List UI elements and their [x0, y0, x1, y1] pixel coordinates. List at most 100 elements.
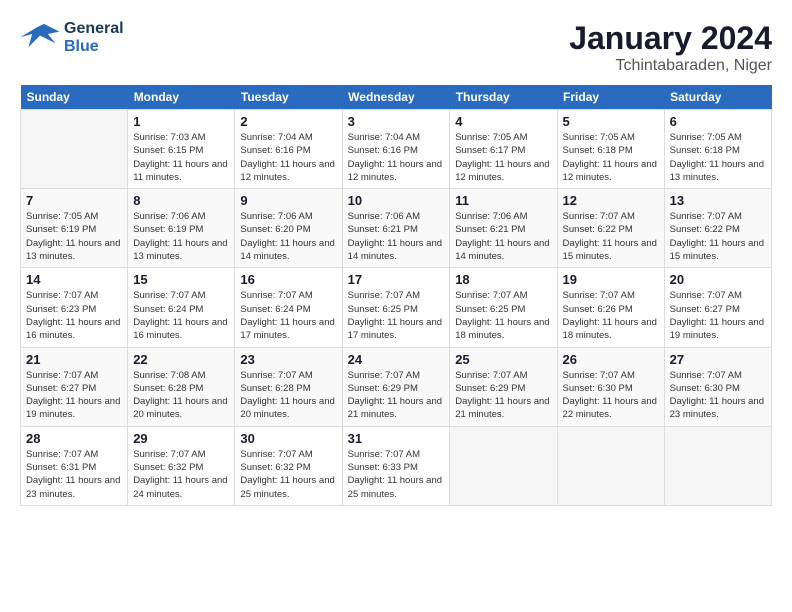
- day-number: 28: [26, 431, 122, 446]
- calendar-cell: 6Sunrise: 7:05 AMSunset: 6:18 PMDaylight…: [664, 110, 771, 189]
- day-number: 8: [133, 193, 229, 208]
- calendar-cell: 8 Sunrise: 7:06 AMSunset: 6:19 PMDaylight…: [128, 189, 235, 268]
- day-number: 12: [563, 193, 659, 208]
- calendar-cell: 28Sunrise: 7:07 AMSunset: 6:31 PMDayligh…: [21, 426, 128, 505]
- calendar-cell: 25 Sunrise: 7:07 AMSunset: 6:29 PMDayligh…: [450, 347, 557, 426]
- day-info: Sunrise: 7:08 AMSunset: 6:28 PMDaylight:…: [133, 369, 229, 422]
- page-container: General Blue January 2024 Tchintabaraden…: [0, 0, 792, 516]
- day-number: 22: [133, 352, 229, 367]
- calendar-cell: 2 Sunrise: 7:04 AMSunset: 6:16 PMDaylight…: [235, 110, 342, 189]
- calendar-cell: 20 Sunrise: 7:07 AMSunset: 6:27 PMDayligh…: [664, 268, 771, 347]
- day-number: 19: [563, 272, 659, 287]
- col-monday: Monday: [128, 85, 235, 110]
- page-subtitle: Tchintabaraden, Niger: [569, 57, 772, 75]
- day-number: 20: [670, 272, 766, 287]
- day-number: 1: [133, 114, 229, 129]
- calendar-cell: 11Sunrise: 7:06 AMSunset: 6:21 PMDayligh…: [450, 189, 557, 268]
- col-sunday: Sunday: [21, 85, 128, 110]
- calendar-table: Sunday Monday Tuesday Wednesday Thursday…: [20, 85, 772, 506]
- day-info: Sunrise: 7:06 AMSunset: 6:21 PMDaylight:…: [348, 210, 445, 263]
- calendar-cell: 3Sunrise: 7:04 AMSunset: 6:16 PMDaylight…: [342, 110, 450, 189]
- header: General Blue January 2024 Tchintabaraden…: [20, 20, 772, 75]
- logo-general: General: [64, 20, 124, 38]
- day-info: Sunrise: 7:07 AMSunset: 6:33 PMDaylight:…: [348, 448, 445, 501]
- calendar-cell: 9 Sunrise: 7:06 AMSunset: 6:20 PMDaylight…: [235, 189, 342, 268]
- day-info: Sunrise: 7:07 AMSunset: 6:23 PMDaylight:…: [26, 289, 122, 342]
- day-number: 9: [240, 193, 336, 208]
- calendar-body: 1 Sunrise: 7:03 AMSunset: 6:15 PMDaylight…: [21, 110, 772, 506]
- calendar-cell: 15Sunrise: 7:07 AMSunset: 6:24 PMDayligh…: [128, 268, 235, 347]
- day-info: Sunrise: 7:07 AMSunset: 6:29 PMDaylight:…: [348, 369, 445, 422]
- day-number: 21: [26, 352, 122, 367]
- calendar-cell: 29Sunrise: 7:07 AMSunset: 6:32 PMDayligh…: [128, 426, 235, 505]
- day-number: 14: [26, 272, 122, 287]
- day-info: Sunrise: 7:07 AMSunset: 6:27 PMDaylight:…: [26, 369, 122, 422]
- day-number: 7: [26, 193, 122, 208]
- title-block: January 2024 Tchintabaraden, Niger: [569, 20, 772, 75]
- col-wednesday: Wednesday: [342, 85, 450, 110]
- calendar-cell: 17Sunrise: 7:07 AMSunset: 6:25 PMDayligh…: [342, 268, 450, 347]
- logo-icon: [20, 20, 60, 55]
- day-number: 24: [348, 352, 445, 367]
- day-info: Sunrise: 7:06 AMSunset: 6:19 PMDaylight:…: [133, 210, 229, 263]
- day-info: Sunrise: 7:07 AMSunset: 6:22 PMDaylight:…: [670, 210, 766, 263]
- day-info: Sunrise: 7:04 AMSunset: 6:16 PMDaylight:…: [240, 131, 336, 184]
- calendar-cell: 27Sunrise: 7:07 AMSunset: 6:30 PMDayligh…: [664, 347, 771, 426]
- calendar-cell: 24 Sunrise: 7:07 AMSunset: 6:29 PMDayligh…: [342, 347, 450, 426]
- day-info: Sunrise: 7:06 AMSunset: 6:20 PMDaylight:…: [240, 210, 336, 263]
- calendar-cell: 18Sunrise: 7:07 AMSunset: 6:25 PMDayligh…: [450, 268, 557, 347]
- day-number: 25: [455, 352, 551, 367]
- day-number: 4: [455, 114, 551, 129]
- calendar-cell: 19 Sunrise: 7:07 AMSunset: 6:26 PMDayligh…: [557, 268, 664, 347]
- day-info: Sunrise: 7:07 AMSunset: 6:26 PMDaylight:…: [563, 289, 659, 342]
- calendar-cell: [664, 426, 771, 505]
- calendar-week-1: 7 Sunrise: 7:05 AMSunset: 6:19 PMDaylight…: [21, 189, 772, 268]
- calendar-cell: [21, 110, 128, 189]
- calendar-cell: 31Sunrise: 7:07 AMSunset: 6:33 PMDayligh…: [342, 426, 450, 505]
- day-info: Sunrise: 7:06 AMSunset: 6:21 PMDaylight:…: [455, 210, 551, 263]
- day-number: 29: [133, 431, 229, 446]
- col-saturday: Saturday: [664, 85, 771, 110]
- day-number: 10: [348, 193, 445, 208]
- day-info: Sunrise: 7:05 AMSunset: 6:18 PMDaylight:…: [670, 131, 766, 184]
- day-info: Sunrise: 7:07 AMSunset: 6:29 PMDaylight:…: [455, 369, 551, 422]
- day-number: 3: [348, 114, 445, 129]
- calendar-cell: 23Sunrise: 7:07 AMSunset: 6:28 PMDayligh…: [235, 347, 342, 426]
- day-number: 23: [240, 352, 336, 367]
- day-info: Sunrise: 7:03 AMSunset: 6:15 PMDaylight:…: [133, 131, 229, 184]
- calendar-week-4: 28Sunrise: 7:07 AMSunset: 6:31 PMDayligh…: [21, 426, 772, 505]
- day-number: 13: [670, 193, 766, 208]
- day-info: Sunrise: 7:07 AMSunset: 6:25 PMDaylight:…: [455, 289, 551, 342]
- col-friday: Friday: [557, 85, 664, 110]
- day-number: 16: [240, 272, 336, 287]
- day-info: Sunrise: 7:07 AMSunset: 6:30 PMDaylight:…: [563, 369, 659, 422]
- calendar-cell: 1 Sunrise: 7:03 AMSunset: 6:15 PMDaylight…: [128, 110, 235, 189]
- col-thursday: Thursday: [450, 85, 557, 110]
- logo: General Blue: [20, 20, 124, 55]
- calendar-cell: 10 Sunrise: 7:06 AMSunset: 6:21 PMDayligh…: [342, 189, 450, 268]
- day-number: 2: [240, 114, 336, 129]
- day-info: Sunrise: 7:07 AMSunset: 6:27 PMDaylight:…: [670, 289, 766, 342]
- day-info: Sunrise: 7:07 AMSunset: 6:24 PMDaylight:…: [240, 289, 336, 342]
- header-row: Sunday Monday Tuesday Wednesday Thursday…: [21, 85, 772, 110]
- calendar-cell: 30 Sunrise: 7:07 AMSunset: 6:32 PMDayligh…: [235, 426, 342, 505]
- calendar-week-3: 21 Sunrise: 7:07 AMSunset: 6:27 PMDayligh…: [21, 347, 772, 426]
- calendar-cell: 22 Sunrise: 7:08 AMSunset: 6:28 PMDayligh…: [128, 347, 235, 426]
- day-info: Sunrise: 7:05 AMSunset: 6:18 PMDaylight:…: [563, 131, 659, 184]
- day-info: Sunrise: 7:07 AMSunset: 6:24 PMDaylight:…: [133, 289, 229, 342]
- day-number: 30: [240, 431, 336, 446]
- calendar-cell: 4Sunrise: 7:05 AMSunset: 6:17 PMDaylight…: [450, 110, 557, 189]
- calendar-week-2: 14 Sunrise: 7:07 AMSunset: 6:23 PMDayligh…: [21, 268, 772, 347]
- day-number: 26: [563, 352, 659, 367]
- calendar-cell: [450, 426, 557, 505]
- page-title: January 2024: [569, 20, 772, 57]
- day-number: 17: [348, 272, 445, 287]
- calendar-cell: 5Sunrise: 7:05 AMSunset: 6:18 PMDaylight…: [557, 110, 664, 189]
- calendar-cell: 26 Sunrise: 7:07 AMSunset: 6:30 PMDayligh…: [557, 347, 664, 426]
- col-tuesday: Tuesday: [235, 85, 342, 110]
- day-info: Sunrise: 7:07 AMSunset: 6:32 PMDaylight:…: [240, 448, 336, 501]
- logo-blue: Blue: [64, 38, 124, 56]
- day-info: Sunrise: 7:05 AMSunset: 6:19 PMDaylight:…: [26, 210, 122, 263]
- calendar-cell: 13 Sunrise: 7:07 AMSunset: 6:22 PMDayligh…: [664, 189, 771, 268]
- calendar-cell: 16 Sunrise: 7:07 AMSunset: 6:24 PMDayligh…: [235, 268, 342, 347]
